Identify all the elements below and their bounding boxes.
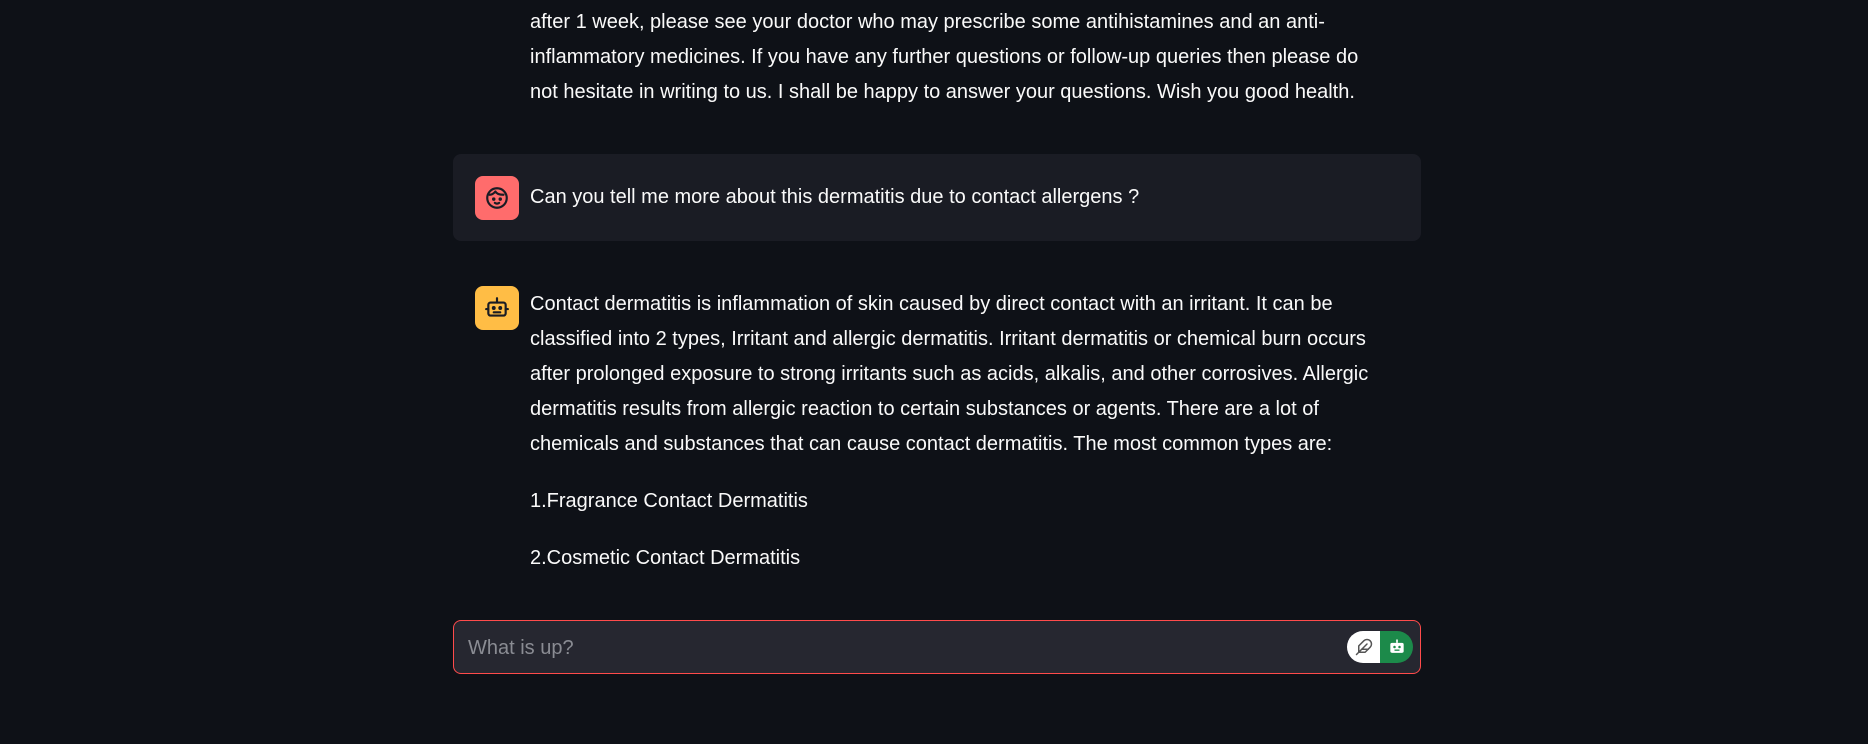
chat-input-container [453,620,1421,675]
user-message-text: Can you tell me more about this dermatit… [530,186,1140,208]
list-item: 1.Fragrance Contact Dermatitis [530,490,808,512]
robot-icon [485,297,509,317]
user-message: Can you tell me more about this dermatit… [453,154,1421,241]
toggle-left-option[interactable] [1347,631,1380,663]
assistant-avatar [475,286,519,330]
message-line: not hesitate in writing to us. I shall b… [530,81,1355,103]
message-line: dermatitis results from allergic reactio… [530,398,1319,420]
chat-input[interactable] [466,621,1350,675]
feather-icon [1355,638,1372,656]
assistant-message-text: Contact dermatitis is inflammation of sk… [530,287,1415,576]
robot-icon [1389,639,1404,653]
face-icon [486,187,508,209]
message-line: classified into 2 types, Irritant and al… [530,328,1366,350]
mode-toggle[interactable] [1347,631,1413,663]
message-line: inflammatory medicines. If you have any … [530,46,1359,68]
message-line: Contact dermatitis is inflammation of sk… [530,293,1333,315]
message-line: after prolonged exposure to strong irrit… [530,363,1369,385]
chat-page: after 1 week, please see your doctor who… [0,0,1868,744]
message-line: after 1 week, please see your doctor who… [530,11,1325,33]
message-line: chemicals and substances that can cause … [530,433,1333,455]
user-avatar [475,176,519,220]
toggle-right-option[interactable] [1380,631,1413,663]
list-item: 2.Cosmetic Contact Dermatitis [530,547,801,569]
previous-assistant-message: after 1 week, please see your doctor who… [530,5,1410,110]
